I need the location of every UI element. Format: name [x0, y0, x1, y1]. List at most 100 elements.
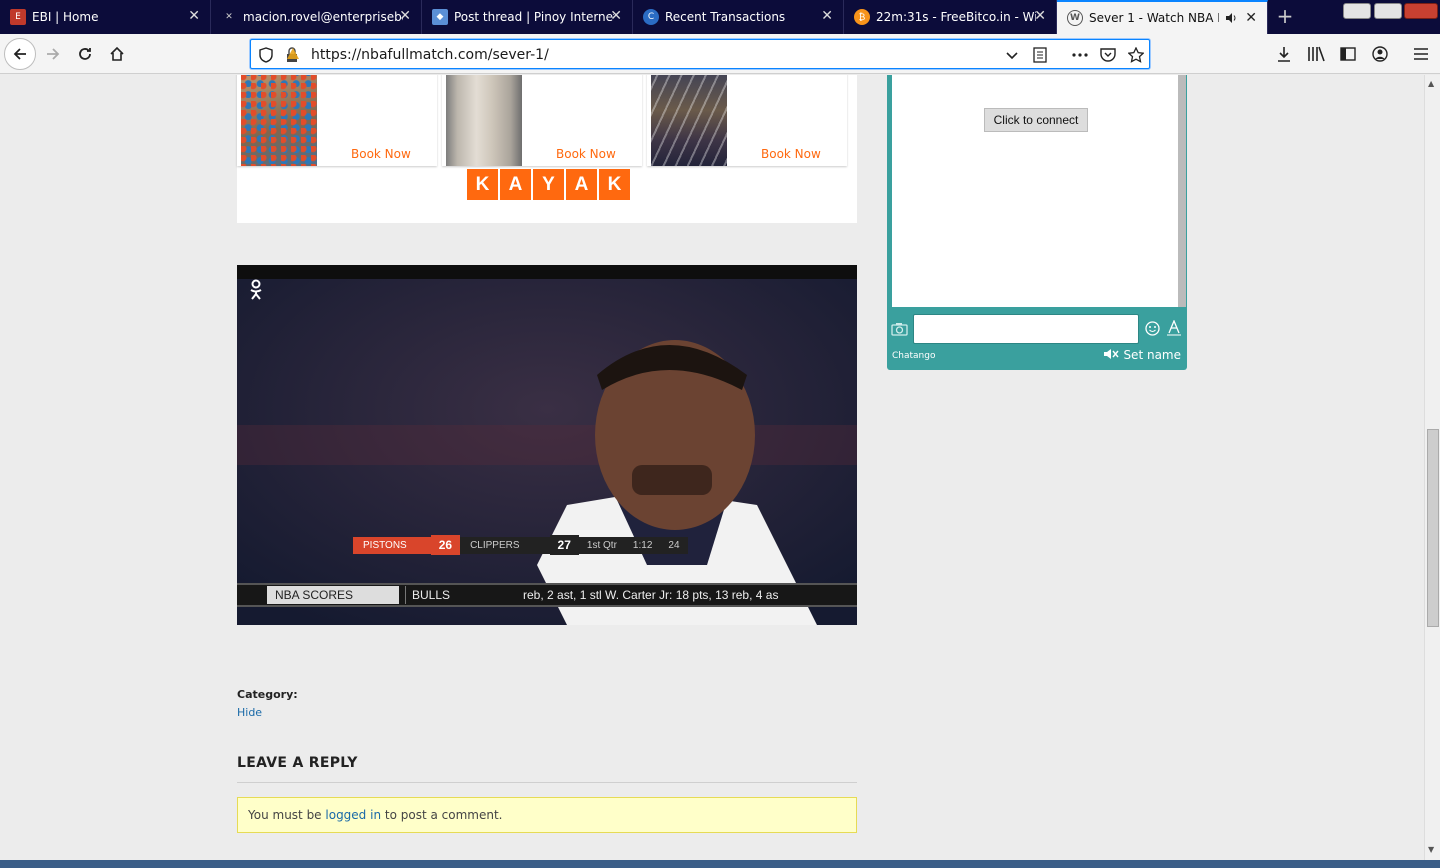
close-tab-icon[interactable]: ✕: [610, 9, 622, 23]
category-link[interactable]: Hide: [237, 706, 262, 719]
scroll-up-icon[interactable]: ▲: [1428, 79, 1434, 88]
tab-pinoy-internet[interactable]: ◆ Post thread | Pinoy Internet a ✕: [422, 0, 633, 34]
arrow-left-icon: [13, 48, 26, 60]
page-scrollbar[interactable]: ▲ ▼: [1424, 75, 1440, 860]
login-suffix: to post a comment.: [381, 808, 503, 822]
kayak-letter: A: [500, 169, 531, 200]
camera-icon[interactable]: [891, 322, 908, 336]
scrollbar-thumb[interactable]: [1427, 429, 1439, 627]
restore-button[interactable]: [1374, 3, 1402, 19]
hamburger-menu-icon: [1414, 48, 1428, 60]
sidebar-icon: [1340, 47, 1356, 61]
pocket-icon[interactable]: [1099, 46, 1117, 64]
book-now-link[interactable]: Book Now: [351, 147, 411, 161]
tab-freebitco[interactable]: ₿ 22m:31s - FreeBitco.in - Win ✕: [844, 0, 1057, 34]
insecure-lock-icon[interactable]: [283, 46, 301, 64]
library-button[interactable]: [1301, 39, 1331, 69]
speaker-icon[interactable]: [1225, 12, 1237, 24]
minimize-button[interactable]: [1343, 3, 1371, 19]
ebi-icon: E: [10, 9, 26, 25]
book-now-link[interactable]: Book Now: [556, 147, 616, 161]
arrow-right-icon: [47, 48, 60, 60]
kayak-letter: K: [599, 169, 630, 200]
text-style-icon[interactable]: [1167, 320, 1181, 336]
new-tab-button[interactable]: +: [1272, 5, 1298, 29]
home-button[interactable]: [102, 39, 132, 69]
chat-scrollbar[interactable]: [1178, 75, 1186, 307]
page-viewport: Book Now Book Now Book Now K A Y A K PIS…: [0, 75, 1424, 860]
close-tab-icon[interactable]: ✕: [821, 9, 833, 23]
tab-title: 22m:31s - FreeBitco.in - Win: [876, 10, 1036, 24]
kayak-letter: A: [566, 169, 597, 200]
hotel-card[interactable]: Book Now: [442, 75, 642, 166]
hotel-card[interactable]: Book Now: [647, 75, 847, 166]
team2-score: 27: [549, 535, 579, 555]
kayak-letter: Y: [533, 169, 564, 200]
downloads-button[interactable]: [1269, 39, 1299, 69]
category-label: Category:: [237, 688, 298, 701]
shot-clock: 24: [660, 536, 688, 554]
tab-title: Sever 1 - Watch NBA Live: [1089, 11, 1219, 25]
tab-sever-1[interactable]: W Sever 1 - Watch NBA Live ✕: [1057, 0, 1268, 34]
scroll-down-icon[interactable]: ▼: [1428, 845, 1434, 854]
chatango-brand[interactable]: Chatango: [892, 351, 935, 361]
cube-icon: ◆: [432, 9, 448, 25]
tab-strip: E EBI | Home ✕ ✕ macion.rovel@enterprise…: [0, 0, 1440, 34]
address-bar[interactable]: https://nbafullmatch.com/sever-1/: [250, 39, 1150, 69]
logged-in-link[interactable]: logged in: [325, 808, 381, 822]
account-icon: [1372, 46, 1388, 62]
menu-button[interactable]: [1406, 39, 1436, 69]
reload-icon: [79, 48, 91, 60]
url-text[interactable]: https://nbafullmatch.com/sever-1/: [311, 47, 549, 63]
tab-ebi-home[interactable]: E EBI | Home ✕: [0, 0, 211, 34]
tab-title: Post thread | Pinoy Internet a: [454, 10, 614, 24]
os-taskbar: [0, 860, 1440, 868]
team1-score: 26: [430, 535, 461, 555]
download-icon: [1278, 47, 1290, 62]
reload-button[interactable]: [70, 39, 100, 69]
chatango-widget[interactable]: Click to connect Chatango Set name: [887, 75, 1187, 370]
set-name-button[interactable]: Set name: [1103, 348, 1181, 362]
tab-title: EBI | Home: [32, 10, 99, 24]
kayak-ad[interactable]: Book Now Book Now Book Now K A Y A K: [237, 75, 857, 223]
chevron-down-icon[interactable]: [1003, 46, 1021, 64]
login-prefix: You must be: [248, 808, 326, 822]
close-tab-icon[interactable]: ✕: [1034, 9, 1046, 23]
bitcoin-icon: ₿: [854, 9, 870, 25]
walkway-photo: [446, 75, 522, 166]
hotel-card[interactable]: Book Now: [237, 75, 437, 166]
tab-mail[interactable]: ✕ macion.rovel@enterpriseban ✕: [211, 0, 422, 34]
chat-message-input[interactable]: [913, 314, 1139, 344]
reader-view-icon[interactable]: [1031, 46, 1049, 64]
tab-title: macion.rovel@enterpriseban: [243, 10, 403, 24]
score-ticker: NBA SCORES BULLS reb, 2 ast, 1 stl W. Ca…: [237, 583, 857, 607]
ticker-text: reb, 2 ast, 1 stl W. Carter Jr: 18 pts, …: [523, 588, 779, 602]
kayak-logo[interactable]: K A Y A K: [467, 169, 630, 200]
mute-icon[interactable]: [1103, 348, 1119, 360]
wordpress-icon: W: [1067, 10, 1083, 26]
ticker-label: NBA SCORES: [267, 586, 399, 604]
game-clock: 1:12: [624, 536, 661, 554]
kayak-letter: K: [467, 169, 498, 200]
close-tab-icon[interactable]: ✕: [188, 9, 200, 23]
ok-ru-icon: [250, 279, 262, 300]
smiley-icon[interactable]: [1145, 321, 1160, 336]
close-tab-icon[interactable]: ✕: [399, 9, 411, 23]
account-button[interactable]: [1365, 39, 1395, 69]
divider: [237, 782, 857, 783]
tab-recent-transactions[interactable]: C Recent Transactions ✕: [633, 0, 844, 34]
close-tab-icon[interactable]: ✕: [1245, 11, 1257, 25]
sidebar-button[interactable]: [1333, 39, 1363, 69]
video-player[interactable]: PISTONS 26 CLIPPERS 27 1st Qtr 1:12 24 N…: [237, 265, 857, 625]
back-button[interactable]: [4, 38, 36, 70]
more-actions-icon[interactable]: [1071, 46, 1089, 64]
close-window-button[interactable]: [1404, 3, 1438, 19]
shield-icon[interactable]: [257, 46, 275, 64]
book-now-link[interactable]: Book Now: [761, 147, 821, 161]
home-icon: [110, 46, 124, 61]
forward-button[interactable]: [38, 39, 68, 69]
connect-button[interactable]: Click to connect: [984, 108, 1088, 132]
bookmark-star-icon[interactable]: [1127, 46, 1145, 64]
chat-messages[interactable]: Click to connect: [892, 75, 1186, 307]
team1-name: PISTONS: [353, 536, 431, 554]
